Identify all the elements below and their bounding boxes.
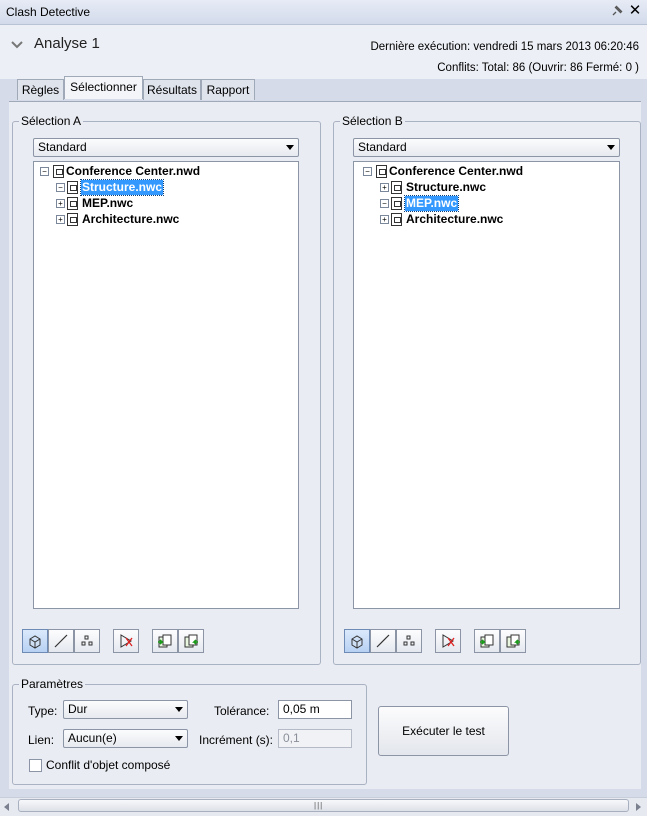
dropdown-arrow-icon: [607, 145, 615, 150]
expand-icon[interactable]: +: [56, 215, 65, 224]
selection-a-tree[interactable]: [33, 161, 299, 609]
tree-node-label: MEP.nwc: [82, 196, 134, 210]
analysis-name: Analyse 1: [34, 35, 100, 52]
points-button[interactable]: [396, 629, 422, 653]
expand-icon[interactable]: +: [56, 199, 65, 208]
use-selection-icon: [480, 634, 494, 648]
lines-button[interactable]: [48, 629, 74, 653]
scroll-right-icon[interactable]: [636, 803, 641, 811]
window-title: Clash Detective: [6, 5, 91, 19]
tree-node-label: Conference Center.nwd: [389, 164, 524, 178]
tolerance-label: Tolérance:: [214, 704, 270, 718]
surfaces-icon: [351, 635, 363, 649]
points-icon: [403, 635, 415, 646]
link-dropdown[interactable]: Aucun(e): [63, 729, 188, 748]
lines-button[interactable]: [370, 629, 396, 653]
composite-object-checkbox[interactable]: [29, 759, 42, 772]
last-run-text: Dernière exécution: vendredi 15 mars 201…: [370, 41, 639, 53]
tab-bar: Règles Sélectionner Résultats Rapport: [0, 76, 647, 101]
dropdown-arrow-icon: [175, 736, 183, 741]
parameters-title: Paramètres: [19, 677, 86, 691]
file-icon: [67, 197, 78, 210]
tree-node-label: Structure.nwc: [79, 179, 165, 196]
scroll-thumb[interactable]: [18, 799, 629, 812]
selection-b-tree[interactable]: [353, 161, 620, 609]
file-icon: [67, 213, 78, 226]
points-icon: [81, 635, 93, 646]
composite-object-label[interactable]: Conflit d'objet composé: [46, 758, 170, 772]
collapse-icon[interactable]: −: [380, 199, 389, 208]
file-icon: [391, 181, 402, 194]
collapse-icon[interactable]: −: [40, 167, 49, 176]
file-icon: [376, 165, 387, 178]
self-intersect-icon: [442, 634, 455, 648]
tab-select[interactable]: Sélectionner: [64, 76, 143, 99]
surfaces-button[interactable]: [344, 629, 370, 653]
tree-node-label: Conference Center.nwd: [66, 164, 201, 178]
tab-results[interactable]: Résultats: [143, 79, 201, 100]
dropdown-arrow-icon: [286, 145, 294, 150]
select-in-scene-button[interactable]: [178, 629, 204, 653]
lines-icon: [376, 634, 390, 648]
title-bar: Clash Detective: [0, 0, 647, 25]
expand-icon[interactable]: +: [380, 215, 389, 224]
close-icon[interactable]: ✕: [628, 3, 642, 19]
type-dropdown[interactable]: Dur: [63, 700, 188, 719]
tree-node-label: Architecture.nwc: [82, 212, 180, 226]
tab-report[interactable]: Rapport: [201, 79, 255, 100]
collapse-icon[interactable]: −: [56, 183, 65, 192]
lines-icon: [54, 634, 68, 648]
use-current-selection-button[interactable]: [152, 629, 178, 653]
tree-node-label: MEP.nwc: [403, 195, 460, 212]
selection-a-mode-dropdown[interactable]: Standard: [33, 138, 299, 157]
file-icon: [53, 165, 64, 178]
selection-a-title: Sélection A: [19, 114, 84, 128]
self-intersect-icon: [120, 634, 133, 648]
selection-b-mode-value: Standard: [358, 140, 407, 154]
pin-icon[interactable]: [610, 4, 624, 18]
tolerance-input[interactable]: 0,05 m: [278, 700, 352, 719]
tree-node-label: Structure.nwc: [406, 180, 487, 194]
scroll-left-icon[interactable]: [4, 803, 9, 811]
file-icon: [391, 213, 402, 226]
use-selection-icon: [158, 634, 172, 648]
self-intersect-button[interactable]: [435, 629, 461, 653]
type-label: Type:: [28, 704, 58, 718]
use-current-selection-button[interactable]: [474, 629, 500, 653]
points-button[interactable]: [74, 629, 100, 653]
step-label: Incrément (s):: [199, 733, 274, 747]
selection-a-mode-value: Standard: [38, 140, 87, 154]
collapse-icon[interactable]: −: [363, 167, 372, 176]
selection-b-title: Sélection B: [340, 114, 405, 128]
select-in-scene-icon: [184, 634, 198, 648]
grip-icon: |||: [314, 801, 324, 810]
type-value: Dur: [68, 702, 88, 716]
link-label: Lien:: [28, 733, 55, 747]
link-value: Aucun(e): [68, 731, 117, 745]
file-icon: [67, 181, 78, 194]
dropdown-arrow-icon: [175, 707, 183, 712]
tree-node-label: Architecture.nwc: [406, 212, 504, 226]
surfaces-icon: [29, 635, 41, 649]
expand-icon[interactable]: +: [380, 183, 389, 192]
step-input[interactable]: 0,1: [278, 729, 352, 748]
tab-rules[interactable]: Règles: [17, 79, 64, 100]
file-icon: [391, 197, 402, 210]
self-intersect-button[interactable]: [113, 629, 139, 653]
selection-b-mode-dropdown[interactable]: Standard: [353, 138, 620, 157]
chevron-down-icon[interactable]: [10, 38, 24, 52]
select-in-scene-icon: [506, 634, 520, 648]
surfaces-button[interactable]: [22, 629, 48, 653]
run-test-button[interactable]: Exécuter le test: [378, 706, 509, 756]
conflicts-summary: Conflits: Total: 86 (Ouvrir: 86 Fermé: 0…: [437, 62, 639, 74]
select-in-scene-button[interactable]: [500, 629, 526, 653]
